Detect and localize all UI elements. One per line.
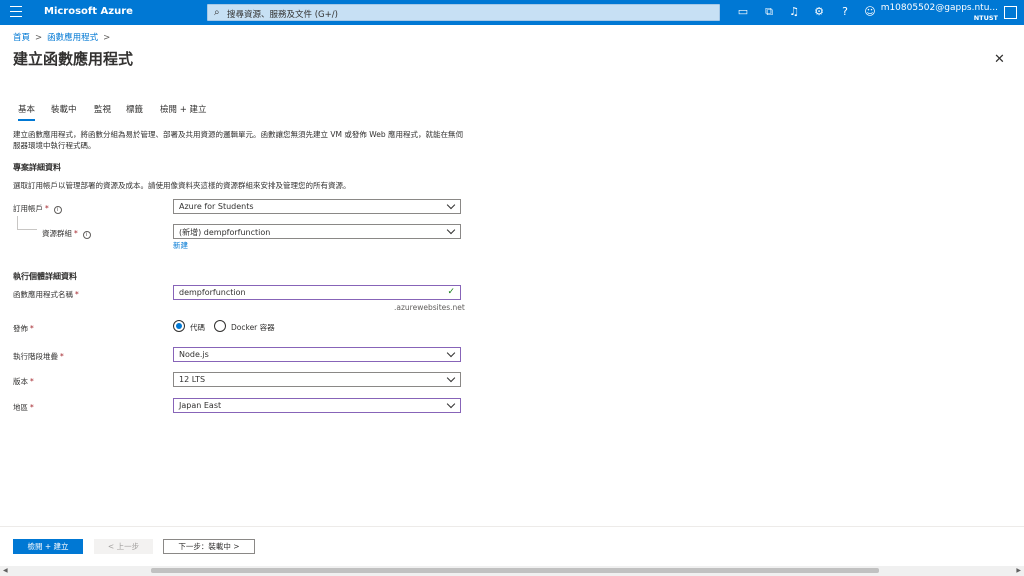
publish-docker-radio[interactable] [214,320,226,332]
create-new-resource-group-link[interactable]: 新建 [173,240,188,251]
region-label-text: 地區 [13,403,28,412]
runtime-stack-dropdown[interactable]: Node.js [173,347,461,362]
function-app-name-input[interactable]: dempforfunction ✓ [173,285,461,300]
scroll-right-icon[interactable]: ▶ [1016,567,1021,574]
version-label: 版本 * [13,376,34,387]
project-details-description: 選取訂用帳戶以管理部署的資源及成本。請使用像資料夾這樣的資源群組來安排及管理您的… [13,181,351,190]
resource-group-value: (新增) dempforfunction [179,228,271,237]
chevron-down-icon [446,225,456,235]
chevron-right-icon: > [35,33,43,43]
region-label: 地區 * [13,402,34,413]
subscription-dropdown[interactable]: Azure for Students [173,199,461,214]
horizontal-scrollbar[interactable]: ◀ ▶ [0,566,1024,576]
close-icon[interactable]: ✕ [994,52,1005,67]
function-app-name-label: 函數應用程式名稱 * [13,289,79,300]
runtime-stack-label: 執行階段堆疊 * [13,351,64,362]
publish-label-text: 發佈 [13,324,28,333]
project-details-heading: 專案詳細資料 [13,163,61,172]
chevron-down-icon [446,373,456,383]
publish-label: 發佈 * [13,323,34,334]
help-icon[interactable]: ? [838,5,852,19]
version-dropdown[interactable]: 12 LTS [173,372,461,387]
subscription-label: 訂用帳戶 * i [13,203,62,214]
required-mark: * [74,229,78,238]
search-placeholder: 搜尋資源、服務及文件 (G+/) [227,10,338,20]
region-dropdown[interactable]: Japan East [173,398,461,413]
tab-review-create[interactable]: 檢閱 + 建立 [160,103,207,115]
cloud-shell-icon[interactable]: ▭ [736,5,750,19]
footer-divider [0,526,1024,527]
top-bar: Microsoft Azure ⌕ 搜尋資源、服務及文件 (G+/) ▭ ⧉ ♫… [0,0,1024,25]
page-description: 建立函數應用程式，將函數分組為易於管理、部署及共用資源的邏輯單元。函數讓您無須先… [13,130,463,150]
bell-icon[interactable]: ♫ [787,5,801,19]
search-icon: ⌕ [214,7,220,18]
tree-connector [17,216,37,230]
instance-details-heading: 執行個體詳細資料 [13,272,77,281]
info-icon[interactable]: i [82,231,91,239]
required-mark: * [45,204,49,213]
domain-suffix: .azurewebsites.net [394,303,465,312]
review-create-button[interactable]: 檢閱 + 建立 [13,539,83,554]
function-app-name-label-text: 函數應用程式名稱 [13,290,73,299]
search-input[interactable]: ⌕ 搜尋資源、服務及文件 (G+/) [207,4,720,21]
account-menu[interactable]: m10805502@gapps.ntu... NTUST [881,3,998,22]
breadcrumb: 首頁 > 函數應用程式 > [13,31,115,43]
runtime-stack-label-text: 執行階段堆疊 [13,352,58,361]
brand-title[interactable]: Microsoft Azure [44,6,133,17]
feedback-icon[interactable]: ☺ [863,5,877,19]
resource-group-dropdown[interactable]: (新增) dempforfunction [173,224,461,239]
required-mark: * [60,352,64,361]
scrollbar-thumb[interactable] [151,568,879,573]
checkmark-icon: ✓ [447,287,455,297]
runtime-stack-value: Node.js [179,350,209,359]
gear-icon[interactable]: ⚙ [812,5,826,19]
publish-code-label[interactable]: 代碼 [190,322,205,333]
chevron-right-icon: > [103,33,111,43]
tab-hosting[interactable]: 裝載中 [51,103,77,115]
page-title: 建立函數應用程式 [13,50,134,68]
tab-basics[interactable]: 基本 [18,103,36,121]
chevron-down-icon [446,348,456,358]
region-value: Japan East [179,401,222,410]
function-app-name-value: dempforfunction [179,288,246,297]
version-value: 12 LTS [179,375,206,384]
scroll-left-icon[interactable]: ◀ [3,567,8,574]
next-button[interactable]: 下一步：裝載中 > [163,539,255,554]
previous-button[interactable]: < 上一步 [94,539,153,554]
breadcrumb-current[interactable]: 函數應用程式 [47,33,98,43]
chevron-down-icon [446,200,456,210]
required-mark: * [75,290,79,299]
required-mark: * [30,377,34,386]
publish-docker-label[interactable]: Docker 容器 [231,322,275,333]
tab-tags[interactable]: 標籤 [126,103,143,115]
required-mark: * [30,403,34,412]
breadcrumb-home[interactable]: 首頁 [13,33,30,43]
directory-filter-icon[interactable]: ⧉ [762,5,776,19]
avatar[interactable] [1004,6,1017,19]
subscription-value: Azure for Students [179,202,254,211]
resource-group-label-text: 資源群組 [42,229,72,238]
account-email: m10805502@gapps.ntu... [880,3,998,13]
version-label-text: 版本 [13,377,28,386]
info-icon[interactable]: i [53,206,62,214]
publish-code-radio[interactable] [173,320,185,332]
account-org: NTUST [973,14,998,22]
menu-icon[interactable] [10,6,22,18]
resource-group-label: 資源群組 * i [42,228,91,239]
tab-monitoring[interactable]: 監視 [94,103,111,115]
required-mark: * [30,324,34,333]
chevron-down-icon [446,399,456,409]
subscription-label-text: 訂用帳戶 [13,204,43,213]
